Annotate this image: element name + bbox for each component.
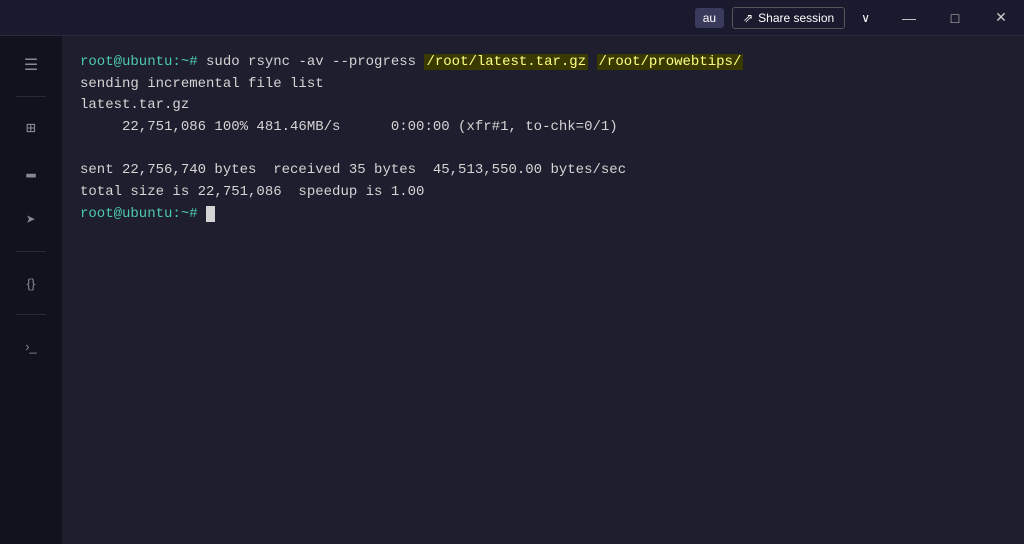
share-label: Share session <box>758 11 834 25</box>
command-line-prompt: root@ubuntu:~# <box>80 204 1006 226</box>
folder-icon: ▬ <box>26 165 36 183</box>
terminal-panel[interactable]: root@ubuntu:~# sudo rsync -av --progress… <box>62 36 1024 544</box>
sidebar-item-folder[interactable]: ▬ <box>9 155 53 193</box>
output-line-blank <box>80 139 1006 161</box>
sidebar-divider-2 <box>16 251 46 252</box>
output-line-3: 22,751,086 100% 481.46MB/s 0:00:00 (xfr#… <box>80 117 1006 139</box>
sidebar-item-terminal[interactable]: ›_ <box>9 327 53 365</box>
output-line-2: latest.tar.gz <box>80 95 1006 117</box>
output-line-4: sent 22,756,740 bytes received 35 bytes … <box>80 160 1006 182</box>
output-line-1: sending incremental file list <box>80 74 1006 96</box>
sidebar: ☰ ⊞ ▬ ➤ {} ›_ <box>0 36 62 544</box>
chevron-down-button[interactable]: ∨ <box>855 8 876 28</box>
terminal-prompt-current: root@ubuntu:~# <box>80 206 198 222</box>
terminal-prompt-1: root@ubuntu:~# <box>80 54 198 70</box>
sidebar-item-code[interactable]: {} <box>9 264 53 302</box>
command-highlight-1: /root/latest.tar.gz <box>424 54 588 70</box>
forward-icon: ➤ <box>26 210 36 230</box>
share-session-button[interactable]: ⇗ Share session <box>732 7 845 29</box>
command-line-1: root@ubuntu:~# sudo rsync -av --progress… <box>80 52 1006 74</box>
chevron-down-icon: ∨ <box>861 11 870 25</box>
minimize-button[interactable]: — <box>886 0 932 36</box>
titlebar-right: au ⇗ Share session ∨ — □ ✕ <box>695 0 1024 36</box>
window-controls: — □ ✕ <box>886 0 1024 36</box>
sidebar-item-forward[interactable]: ➤ <box>9 201 53 239</box>
code-icon: {} <box>27 276 36 291</box>
sidebar-divider-3 <box>16 314 46 315</box>
main-area: ☰ ⊞ ▬ ➤ {} ›_ root@ubuntu:~# sudo rsync … <box>0 36 1024 544</box>
maximize-button[interactable]: □ <box>932 0 978 36</box>
grid-icon: ⊞ <box>26 118 36 138</box>
sidebar-item-grid[interactable]: ⊞ <box>9 109 53 147</box>
menu-icon: ☰ <box>24 55 38 75</box>
command-text-1: sudo rsync -av --progress <box>206 54 424 70</box>
user-badge: au <box>695 8 724 28</box>
terminal-icon: ›_ <box>25 339 37 354</box>
terminal-cursor <box>206 206 215 222</box>
sidebar-divider <box>16 96 46 97</box>
output-line-5: total size is 22,751,086 speedup is 1.00 <box>80 182 1006 204</box>
sidebar-item-menu[interactable]: ☰ <box>9 46 53 84</box>
titlebar: au ⇗ Share session ∨ — □ ✕ <box>0 0 1024 36</box>
command-text-2 <box>588 54 596 70</box>
share-icon: ⇗ <box>743 11 753 25</box>
close-button[interactable]: ✕ <box>978 0 1024 36</box>
command-highlight-2: /root/prowebtips/ <box>597 54 744 70</box>
